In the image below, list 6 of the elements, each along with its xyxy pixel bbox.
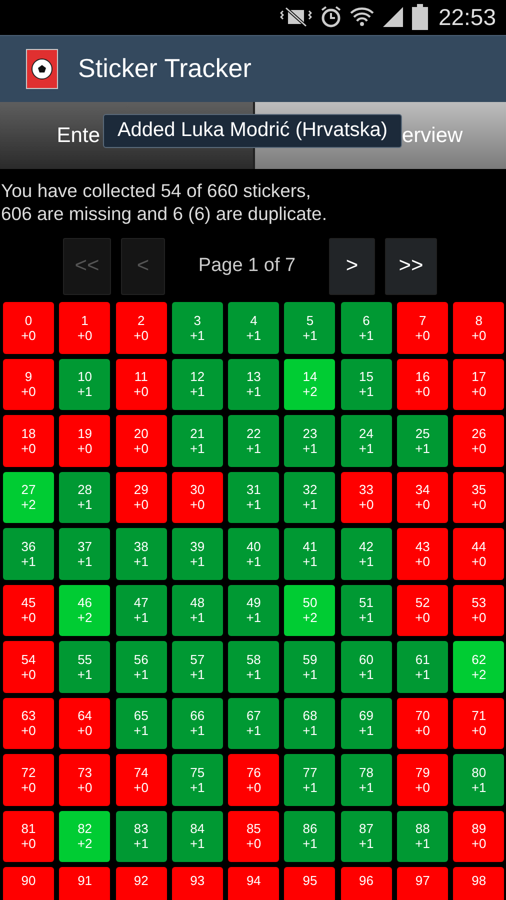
summary-text: You have collected 54 of 660 stickers,	[1, 179, 312, 202]
status-time: 22:53	[438, 4, 496, 31]
page-label: Page 1 of 7	[197, 255, 297, 278]
summary-text: 606 are missing and 6 (6) are duplicate.	[1, 202, 328, 226]
toast: Added Luka Modrić (Hrvatska)	[103, 114, 402, 148]
app-title: Sticker Tracker	[78, 53, 252, 84]
